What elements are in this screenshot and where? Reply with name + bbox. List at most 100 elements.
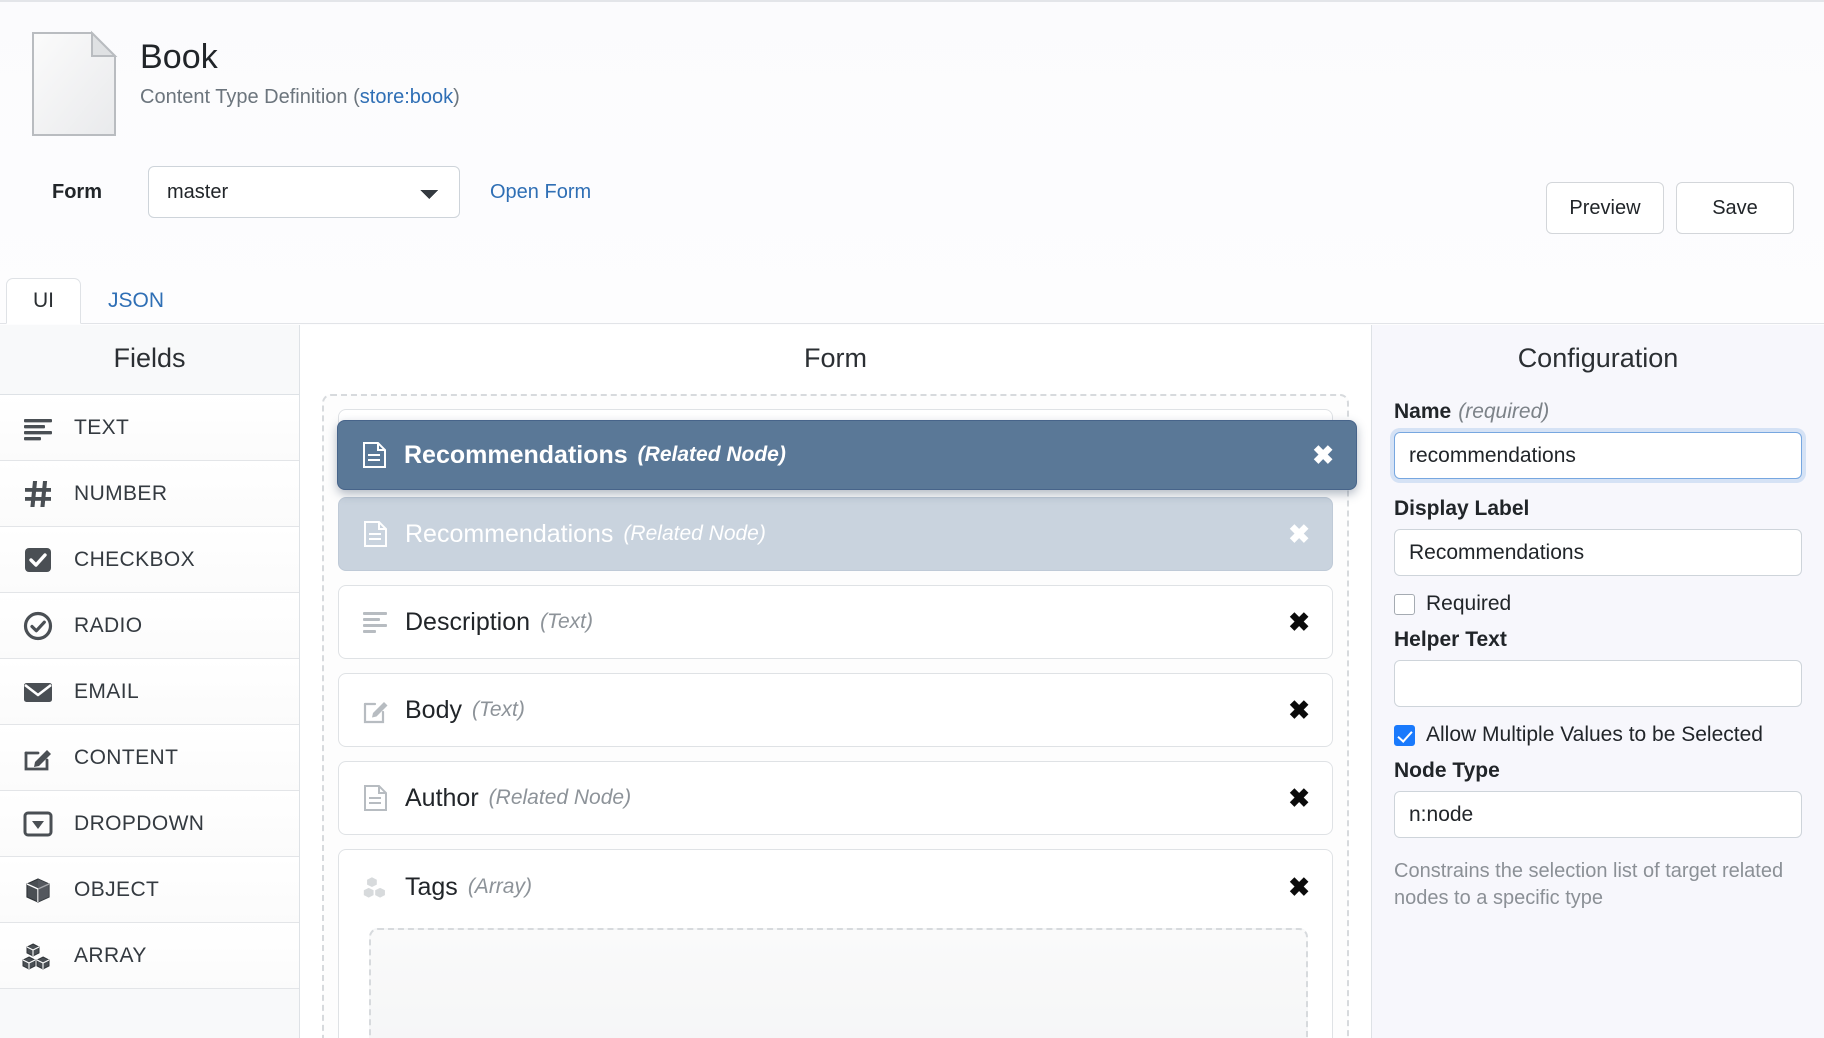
- field-type-content[interactable]: CONTENT: [0, 725, 299, 791]
- form-row-type: (Related Node): [489, 786, 631, 810]
- allow-multiple-checkbox[interactable]: [1394, 725, 1415, 746]
- form-panel-title: Form: [300, 325, 1371, 394]
- page-title: Book: [140, 40, 460, 76]
- remove-field-button[interactable]: ✖: [1288, 697, 1310, 723]
- allow-multiple-label: Allow Multiple Values to be Selected: [1426, 723, 1763, 747]
- preview-button[interactable]: Preview: [1546, 182, 1664, 234]
- cubes-icon: [22, 940, 54, 972]
- helper-text-label: Helper Text: [1394, 628, 1802, 652]
- hash-icon: [22, 478, 54, 510]
- form-row-tags[interactable]: Tags (Array) ✖: [338, 849, 1333, 1038]
- field-type-label: NUMBER: [74, 482, 167, 506]
- configuration-body: Name (required) Display Label Required He…: [1372, 400, 1824, 912]
- allow-multiple-checkbox-row[interactable]: Allow Multiple Values to be Selected: [1394, 723, 1802, 747]
- fields-panel: Fields TEXT: [0, 325, 300, 1038]
- field-type-label: EMAIL: [74, 680, 139, 704]
- node-type-help-text: Constrains the selection list of target …: [1394, 858, 1802, 912]
- required-checkbox-row[interactable]: Required: [1394, 592, 1802, 616]
- name-required-hint: (required): [1458, 400, 1549, 423]
- form-row-name: Recommendations: [405, 520, 613, 549]
- field-type-label: ARRAY: [74, 944, 147, 968]
- tab-json[interactable]: JSON: [81, 278, 191, 324]
- configuration-panel: Configuration Name (required) Display Lab…: [1372, 325, 1824, 1038]
- header-actions: Preview Save: [1546, 182, 1794, 234]
- remove-field-button[interactable]: ✖: [1288, 609, 1310, 635]
- field-type-label: RADIO: [74, 614, 143, 638]
- content-type-editor: Book Content Type Definition (store:book…: [0, 0, 1824, 1038]
- drag-proxy-remove-button[interactable]: ✖: [1312, 442, 1334, 468]
- subtitle-prefix: Content Type Definition (: [140, 86, 360, 108]
- tab-ui[interactable]: UI: [6, 278, 81, 324]
- field-type-number[interactable]: NUMBER: [0, 461, 299, 527]
- text-lines-icon: [22, 412, 54, 444]
- document-icon: [362, 441, 388, 469]
- form-select[interactable]: master: [148, 166, 460, 218]
- page-header: Book Content Type Definition (store:book…: [0, 0, 1824, 256]
- name-field-label: Name (required): [1394, 400, 1802, 424]
- form-row-name: Body: [405, 696, 462, 725]
- helper-text-input[interactable]: [1394, 660, 1802, 707]
- form-row-author[interactable]: Author (Related Node) ✖: [338, 761, 1333, 835]
- field-type-dropdown[interactable]: DROPDOWN: [0, 791, 299, 857]
- title-text: Book Content Type Definition (store:book…: [140, 26, 460, 109]
- document-icon: [30, 30, 118, 138]
- field-type-label: CHECKBOX: [74, 548, 195, 572]
- cube-icon: [22, 874, 54, 906]
- content-type-id-link[interactable]: store:book: [360, 86, 453, 108]
- name-input[interactable]: [1394, 432, 1802, 479]
- field-type-label: CONTENT: [74, 746, 178, 770]
- checkbox-icon: [22, 544, 54, 576]
- field-type-radio[interactable]: RADIO: [0, 593, 299, 659]
- name-label-text: Name: [1394, 400, 1451, 423]
- field-type-label: TEXT: [74, 416, 129, 440]
- tags-nested-dropzone[interactable]: [369, 928, 1308, 1038]
- form-row-type: (Text): [540, 610, 593, 634]
- drag-proxy-name: Recommendations: [404, 441, 628, 470]
- display-label-label: Display Label: [1394, 497, 1802, 521]
- document-icon: [363, 784, 389, 812]
- form-row-type: (Array): [468, 875, 532, 899]
- remove-field-button[interactable]: ✖: [1288, 521, 1310, 547]
- required-checkbox[interactable]: [1394, 594, 1415, 615]
- configuration-panel-title: Configuration: [1372, 325, 1824, 394]
- form-panel: Form Title (Text) ✖: [300, 325, 1372, 1038]
- form-row-body[interactable]: Body (Text) ✖: [338, 673, 1333, 747]
- pencil-square-icon: [22, 742, 54, 774]
- required-checkbox-label: Required: [1426, 592, 1511, 616]
- form-row-description[interactable]: Description (Text) ✖: [338, 585, 1333, 659]
- fields-panel-title: Fields: [0, 325, 299, 394]
- envelope-icon: [22, 676, 54, 708]
- form-label: Form: [30, 181, 148, 204]
- display-label-input[interactable]: [1394, 529, 1802, 576]
- form-dropzone[interactable]: Title (Text) ✖ Recommendations (R: [322, 394, 1349, 1038]
- field-type-checkbox[interactable]: CHECKBOX: [0, 527, 299, 593]
- field-type-text[interactable]: TEXT: [0, 395, 299, 461]
- editor-panels: Fields TEXT: [0, 325, 1824, 1038]
- save-button[interactable]: Save: [1676, 182, 1794, 234]
- form-row-name: Description: [405, 608, 530, 637]
- form-row-type: (Related Node): [623, 522, 765, 546]
- cubes-icon: [363, 873, 389, 901]
- form-row-recommendations-placeholder[interactable]: Recommendations (Related Node) ✖: [338, 497, 1333, 571]
- title-row: Book Content Type Definition (store:book…: [30, 26, 1794, 138]
- field-type-label: DROPDOWN: [74, 812, 204, 836]
- text-lines-icon: [363, 608, 389, 636]
- field-type-object[interactable]: OBJECT: [0, 857, 299, 923]
- field-type-email[interactable]: EMAIL: [0, 659, 299, 725]
- pencil-square-icon: [363, 696, 389, 724]
- drag-proxy-type: (Related Node): [638, 443, 786, 467]
- editor-tabs: UI JSON: [0, 266, 1824, 324]
- field-type-list: TEXT NUMBER: [0, 394, 299, 989]
- drag-proxy-recommendations[interactable]: Recommendations (Related Node) ✖: [337, 420, 1357, 490]
- field-type-array[interactable]: ARRAY: [0, 923, 299, 989]
- open-form-link[interactable]: Open Form: [490, 181, 591, 204]
- form-row-name: Author: [405, 784, 479, 813]
- field-type-label: OBJECT: [74, 878, 159, 902]
- node-type-input[interactable]: [1394, 791, 1802, 838]
- radio-icon: [22, 610, 54, 642]
- remove-field-button[interactable]: ✖: [1288, 785, 1310, 811]
- form-row-name: Tags: [405, 873, 458, 902]
- dropdown-icon: [22, 808, 54, 840]
- form-row-tags-header: Tags (Array) ✖: [339, 850, 1332, 924]
- remove-field-button[interactable]: ✖: [1288, 874, 1310, 900]
